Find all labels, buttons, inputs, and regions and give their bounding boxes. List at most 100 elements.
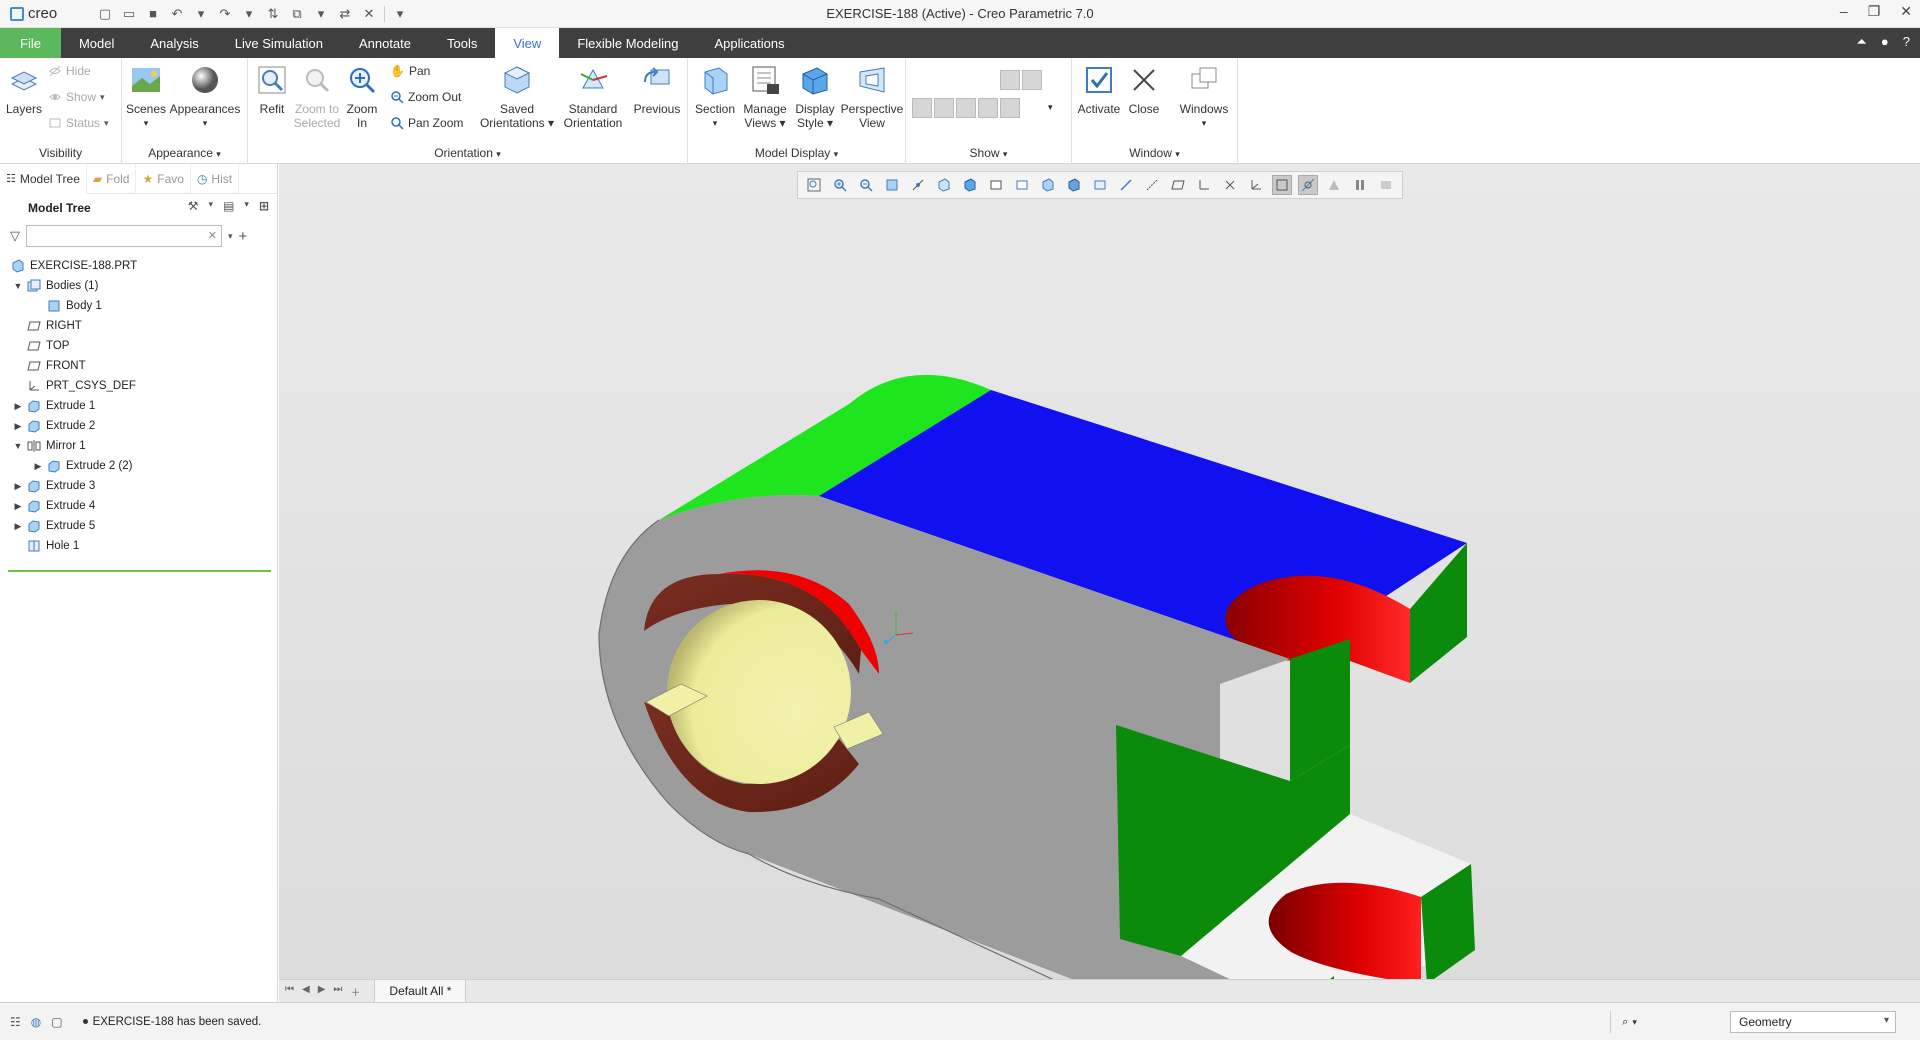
close-icon[interactable]: ✕: [1900, 3, 1912, 20]
point-display-icon[interactable]: [956, 70, 976, 90]
show-group-label[interactable]: Show ▾: [906, 146, 1071, 160]
tab-flexible-modeling[interactable]: Flexible Modeling: [559, 28, 696, 58]
save-icon[interactable]: ■: [144, 5, 162, 23]
user-icon[interactable]: ●: [1881, 34, 1889, 50]
add-tab-icon[interactable]: ＋: [350, 984, 360, 999]
chevron-down-icon[interactable]: ▾: [228, 231, 233, 242]
switch-windows-icon[interactable]: ⇄: [336, 5, 354, 23]
annotation-display-icon[interactable]: [912, 98, 932, 118]
windows-button[interactable]: Windows ▾: [1176, 64, 1232, 130]
close-button[interactable]: Close: [1124, 64, 1164, 116]
plane-display-icon[interactable]: [912, 70, 932, 90]
collapse-ribbon-icon[interactable]: ⏶: [1857, 34, 1867, 50]
tab-annotate[interactable]: Annotate: [341, 28, 429, 58]
tree-settings-icon[interactable]: ⚒: [188, 199, 199, 213]
csys-tag-display-icon[interactable]: [978, 98, 998, 118]
status-button[interactable]: Status ▾: [48, 116, 109, 130]
tree-item-hole-1[interactable]: Hole 1: [0, 536, 277, 556]
tree-item-extrude-5[interactable]: ▶ Extrude 5: [0, 516, 277, 536]
tab-model-tree[interactable]: ☷ Model Tree: [0, 163, 87, 194]
tree-item-mirror-1[interactable]: ▼ Mirror 1: [0, 436, 277, 456]
graphics-area[interactable]: [279, 164, 1920, 979]
new-file-icon[interactable]: ▢: [96, 5, 114, 23]
tree-columns-icon[interactable]: ▤: [223, 199, 234, 213]
open-folder-icon[interactable]: ▭: [120, 5, 138, 23]
tree-item-extrude-3[interactable]: ▶ Extrude 3: [0, 476, 277, 496]
chevron-down-icon[interactable]: ▾: [1048, 102, 1053, 113]
tree-search-input[interactable]: ✕: [26, 225, 222, 247]
collapse-icon[interactable]: ▼: [12, 441, 24, 451]
tree-item-extrude-1[interactable]: ▶ Extrude 1: [0, 396, 277, 416]
tree-item-front-plane[interactable]: FRONT: [0, 356, 277, 376]
expand-icon[interactable]: ▶: [12, 401, 24, 412]
pan-button[interactable]: ✋ Pan: [390, 64, 430, 78]
chevron-down-icon[interactable]: ▾: [209, 199, 214, 213]
tab-analysis[interactable]: Analysis: [132, 28, 216, 58]
find-button[interactable]: ⌕ ▾: [1610, 1011, 1648, 1033]
expand-icon[interactable]: ▶: [32, 461, 44, 472]
3d-model-viewport[interactable]: [279, 164, 1920, 979]
part-geometry[interactable]: [598, 374, 1475, 979]
window-group-label[interactable]: Window ▾: [1072, 146, 1237, 160]
tree-item-part[interactable]: EXERCISE-188.PRT: [0, 256, 277, 276]
orientation-group-label[interactable]: Orientation ▾: [248, 146, 687, 160]
customize-qat-icon[interactable]: ▾: [391, 5, 409, 23]
tab-model[interactable]: Model: [61, 28, 132, 58]
spin-center-display-icon[interactable]: [1000, 98, 1020, 118]
tree-filter-settings-icon[interactable]: ⊞: [259, 199, 269, 213]
hide-button[interactable]: Hide: [48, 64, 91, 78]
collapse-icon[interactable]: ▼: [12, 281, 24, 291]
saved-orientations-button[interactable]: Saved Orientations ▾: [478, 64, 556, 130]
axis-display-icon[interactable]: [934, 70, 954, 90]
display-style-button[interactable]: Display Style ▾: [792, 64, 838, 130]
windows-dropdown-icon[interactable]: ▾: [312, 5, 330, 23]
tab-file[interactable]: File: [0, 28, 61, 58]
scenes-button[interactable]: Scenes ▾: [126, 64, 166, 130]
filter-icon[interactable]: ▽: [10, 228, 20, 244]
zoom-in-button[interactable]: Zoom In: [344, 64, 380, 130]
zoom-out-button[interactable]: Zoom Out: [390, 90, 461, 104]
point-symbol-display-icon[interactable]: [956, 98, 976, 118]
activate-button[interactable]: Activate: [1076, 64, 1122, 116]
minimize-icon[interactable]: –: [1840, 3, 1848, 20]
appearance-group-label[interactable]: Appearance ▾: [122, 146, 247, 160]
tab-applications[interactable]: Applications: [696, 28, 802, 58]
clear-search-icon[interactable]: ✕: [208, 229, 217, 242]
tab-favorites[interactable]: ★ Favo: [136, 163, 191, 194]
tree-item-extrude-2-copy[interactable]: ▶ Extrude 2 (2): [0, 456, 277, 476]
navigator-toggle-icon[interactable]: ☷: [10, 1015, 21, 1029]
tree-item-body-1[interactable]: Body 1: [0, 296, 277, 316]
add-icon[interactable]: +: [239, 228, 248, 245]
section-button[interactable]: Section ▾: [692, 64, 738, 130]
tree-item-top-plane[interactable]: TOP: [0, 336, 277, 356]
tab-tools[interactable]: Tools: [429, 28, 495, 58]
zoom-to-selected-button[interactable]: Zoom to Selected: [292, 64, 342, 130]
undo-icon[interactable]: ↶: [168, 5, 186, 23]
windows-icon[interactable]: ⧉: [288, 5, 306, 23]
tree-item-csys[interactable]: PRT_CSYS_DEF: [0, 376, 277, 396]
tree-item-right-plane[interactable]: RIGHT: [0, 316, 277, 336]
last-tab-icon[interactable]: ⏭: [333, 984, 342, 999]
axis-tag-display-icon[interactable]: [934, 98, 954, 118]
refit-button[interactable]: Refit: [254, 64, 290, 116]
manage-views-button[interactable]: Manage Views ▾: [740, 64, 790, 130]
standard-orientation-button[interactable]: Standard Orientation: [558, 64, 628, 130]
tab-folder-browser[interactable]: ▰ Fold: [87, 163, 137, 194]
plane-tag-display-icon[interactable]: [1000, 70, 1020, 90]
undo-dropdown-icon[interactable]: ▾: [192, 5, 210, 23]
close-window-icon[interactable]: ✕: [360, 5, 378, 23]
tab-history[interactable]: ◷ Hist: [191, 163, 240, 194]
selection-filter-dropdown[interactable]: Geometry ▾: [1730, 1011, 1896, 1033]
insert-here-marker[interactable]: [8, 570, 271, 572]
expand-icon[interactable]: ▶: [12, 421, 24, 432]
tree-item-bodies[interactable]: ▼ Bodies (1): [0, 276, 277, 296]
regenerate-icon[interactable]: ⇅: [264, 5, 282, 23]
fullscreen-toggle-icon[interactable]: ▢: [51, 1015, 62, 1029]
perspective-view-button[interactable]: Perspective View: [840, 64, 904, 130]
tree-item-extrude-4[interactable]: ▶ Extrude 4: [0, 496, 277, 516]
help-icon[interactable]: ?: [1903, 34, 1910, 50]
expand-icon[interactable]: ▶: [12, 481, 24, 492]
tree-item-extrude-2[interactable]: ▶ Extrude 2: [0, 416, 277, 436]
point-tag-display-icon[interactable]: [1022, 70, 1042, 90]
expand-icon[interactable]: ▶: [12, 501, 24, 512]
